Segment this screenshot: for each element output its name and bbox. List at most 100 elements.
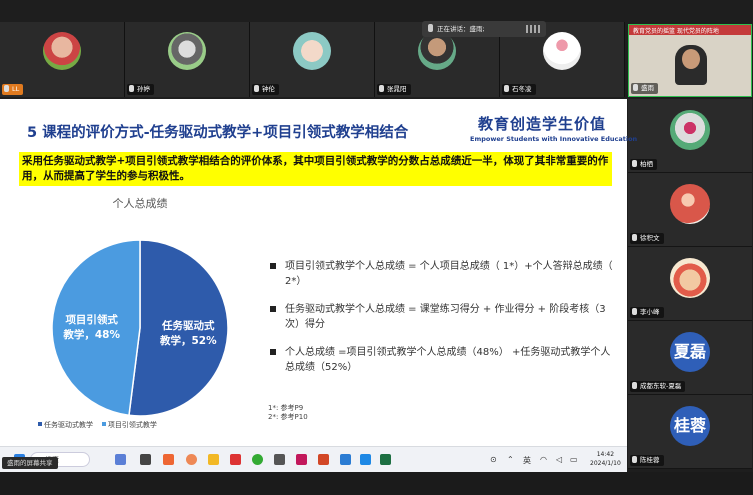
footnote: 2*: 参考P10 (268, 413, 308, 421)
audio-level-icon (526, 25, 540, 33)
clock-time: 14:42 (596, 451, 615, 458)
browser-icon[interactable] (186, 454, 197, 465)
powerpoint-icon[interactable] (318, 454, 329, 465)
chart-legend: 任务驱动式教学 项目引领式教学 (38, 420, 157, 430)
app-icon[interactable] (140, 454, 151, 465)
bullet-text: 项目引领式教学个人总成绩 = 个人项目总成绩（ 1*）+个人答辩总成绩（ 2*） (285, 261, 613, 287)
mic-icon (633, 84, 638, 91)
participant-name: 张晁阳 (387, 85, 407, 93)
mic-icon (379, 85, 384, 92)
clock-date: 2024/1/10 (590, 460, 621, 467)
meeting-bottom-bar (0, 472, 753, 495)
participant-tile[interactable]: 李小峰 (628, 247, 752, 321)
battery-icon[interactable]: ▭ (570, 455, 578, 464)
volume-icon[interactable]: ◁ (556, 455, 562, 464)
participant-name: 陈桂蓉 (640, 456, 660, 464)
presenter-name: 盛雨 (641, 84, 654, 92)
participant-column: 柏栖 徐积文 李小峰 夏磊 成都东软-夏磊 桂蓉 陈桂蓉 (628, 99, 753, 472)
bullet-item: 项目引领式教学个人总成绩 = 个人项目总成绩（ 1*）+个人答辩总成绩（ 2*） (270, 259, 615, 289)
participant-tile[interactable]: 徐积文 (628, 173, 752, 247)
logo-text: 教育创造学生价值 (478, 115, 607, 133)
app-icon[interactable] (340, 454, 351, 465)
participant-tile[interactable]: 孙婷 (125, 22, 250, 97)
mic-icon (129, 85, 134, 92)
pie-slice (51, 239, 141, 417)
participant-name: 柏栖 (640, 160, 653, 168)
avatar-initials: 夏磊 (670, 332, 710, 372)
app-icon[interactable] (230, 454, 241, 465)
participant-tile[interactable]: 柏栖 (628, 99, 752, 173)
bullet-icon (270, 306, 276, 312)
avatar (670, 110, 710, 150)
pie-chart: 个人总成绩 任务驱动式教学，52% 项目引领式教学，48% (40, 195, 240, 435)
speaking-label: 正在讲话：盛雨; (437, 25, 485, 33)
avatar (168, 32, 206, 70)
bullet-text: 任务驱动式教学个人总成绩 = 课堂练习得分 + 作业得分 + 阶段考核（3次）得… (285, 304, 606, 330)
mic-icon (632, 160, 637, 167)
bullet-icon (270, 263, 276, 269)
app-icon[interactable] (296, 454, 307, 465)
app-icon[interactable] (360, 454, 371, 465)
app-icon[interactable] (115, 454, 126, 465)
folder-icon[interactable] (208, 454, 219, 465)
taskbar: 搜索 ⊙ ⌃ 英 ◠ ◁ ▭ 14:42 2024/1/10 (0, 446, 627, 473)
avatar (670, 184, 710, 224)
logo-subtext: Empower Students with Innovative Educati… (470, 135, 638, 143)
mic-icon (632, 234, 637, 241)
highlight-paragraph: 采用任务驱动式教学+项目引领式教学相结合的评价体系，其中项目引领式教学的分数占总… (19, 152, 612, 186)
avatar (670, 258, 710, 298)
mic-icon (254, 85, 259, 92)
slide-title: 5 课程的评价方式-任务驱动式教学+项目引领式教学相结合 (27, 125, 409, 141)
tray-icon[interactable]: ⊙ (490, 455, 497, 464)
input-language[interactable]: 英 (523, 455, 531, 466)
legend-swatch (101, 422, 106, 426)
participant-name: 成都东软-夏磊 (640, 382, 682, 390)
tray-icon[interactable]: ⌃ (507, 455, 514, 464)
participant-name: 徐积文 (640, 234, 660, 242)
presenter-banner: 教育党员的摇篮 现代党员的阵地 (633, 28, 719, 35)
app-icon[interactable] (252, 454, 263, 465)
presenter-video[interactable]: 教育党员的摇篮 现代党员的阵地 盛雨 (628, 24, 752, 97)
app-icon[interactable] (274, 454, 285, 465)
bullet-item: 任务驱动式教学个人总成绩 = 课堂练习得分 + 作业得分 + 阶段考核（3次）得… (270, 302, 615, 332)
participant-tile[interactable]: 夏磊 成都东软-夏磊 (628, 321, 752, 395)
legend-item: 项目引领式教学 (107, 421, 157, 429)
presenter-face (682, 49, 700, 69)
legend-swatch (38, 422, 42, 426)
participant-name: 石冬凌 (512, 85, 532, 93)
mic-icon (428, 24, 433, 32)
participant-tile[interactable]: 钟伦 (250, 22, 375, 97)
participant-tile[interactable]: 桂蓉 陈桂蓉 (628, 395, 752, 469)
mic-icon (4, 85, 9, 92)
participant-name: 孙婷 (137, 85, 150, 93)
speaking-indicator: 正在讲话：盛雨; (422, 21, 546, 37)
avatar-initials: 桂蓉 (670, 406, 710, 446)
bullet-text: 个人总成绩 =项目引领式教学个人总成绩（48%） +任务驱动式教学个人总成绩（5… (285, 347, 611, 373)
avatar (43, 32, 81, 70)
legend-item: 任务驱动式教学 (44, 421, 93, 429)
participant-name: 钟伦 (262, 85, 275, 93)
clock[interactable]: 14:42 2024/1/10 (590, 450, 621, 468)
bullet-item: 个人总成绩 =项目引领式教学个人总成绩（48%） +任务驱动式教学个人总成绩（5… (270, 345, 615, 375)
bullet-icon (270, 349, 276, 355)
pie-svg: 任务驱动式教学，52%项目引领式教学，48% (51, 239, 229, 417)
share-label: 盛雨的屏幕共享 (7, 459, 53, 467)
footnote: 1*: 参考P9 (268, 404, 304, 412)
mic-icon (632, 308, 637, 315)
footnotes: 1*: 参考P9 2*: 参考P10 (268, 404, 308, 422)
wifi-icon[interactable]: ◠ (540, 455, 547, 464)
participant-name: LL (12, 85, 20, 93)
logo: 教育创造学生价值 Empower Students with Innovativ… (470, 113, 638, 143)
bullet-list: 项目引领式教学个人总成绩 = 个人项目总成绩（ 1*）+个人答辩总成绩（ 2*）… (270, 259, 615, 388)
shared-slide: 5 课程的评价方式-任务驱动式教学+项目引领式教学相结合 教育创造学生价值 Em… (0, 99, 638, 446)
app-icon[interactable] (163, 454, 174, 465)
avatar (543, 32, 581, 70)
screen-share-status[interactable]: 盛雨的屏幕共享 (2, 457, 58, 469)
mic-icon (632, 456, 637, 463)
excel-icon[interactable] (380, 454, 391, 465)
participant-tile[interactable]: LL (0, 22, 125, 97)
participant-name: 李小峰 (640, 308, 660, 316)
mic-icon (504, 85, 509, 92)
avatar (293, 32, 331, 70)
avatar (418, 32, 456, 70)
